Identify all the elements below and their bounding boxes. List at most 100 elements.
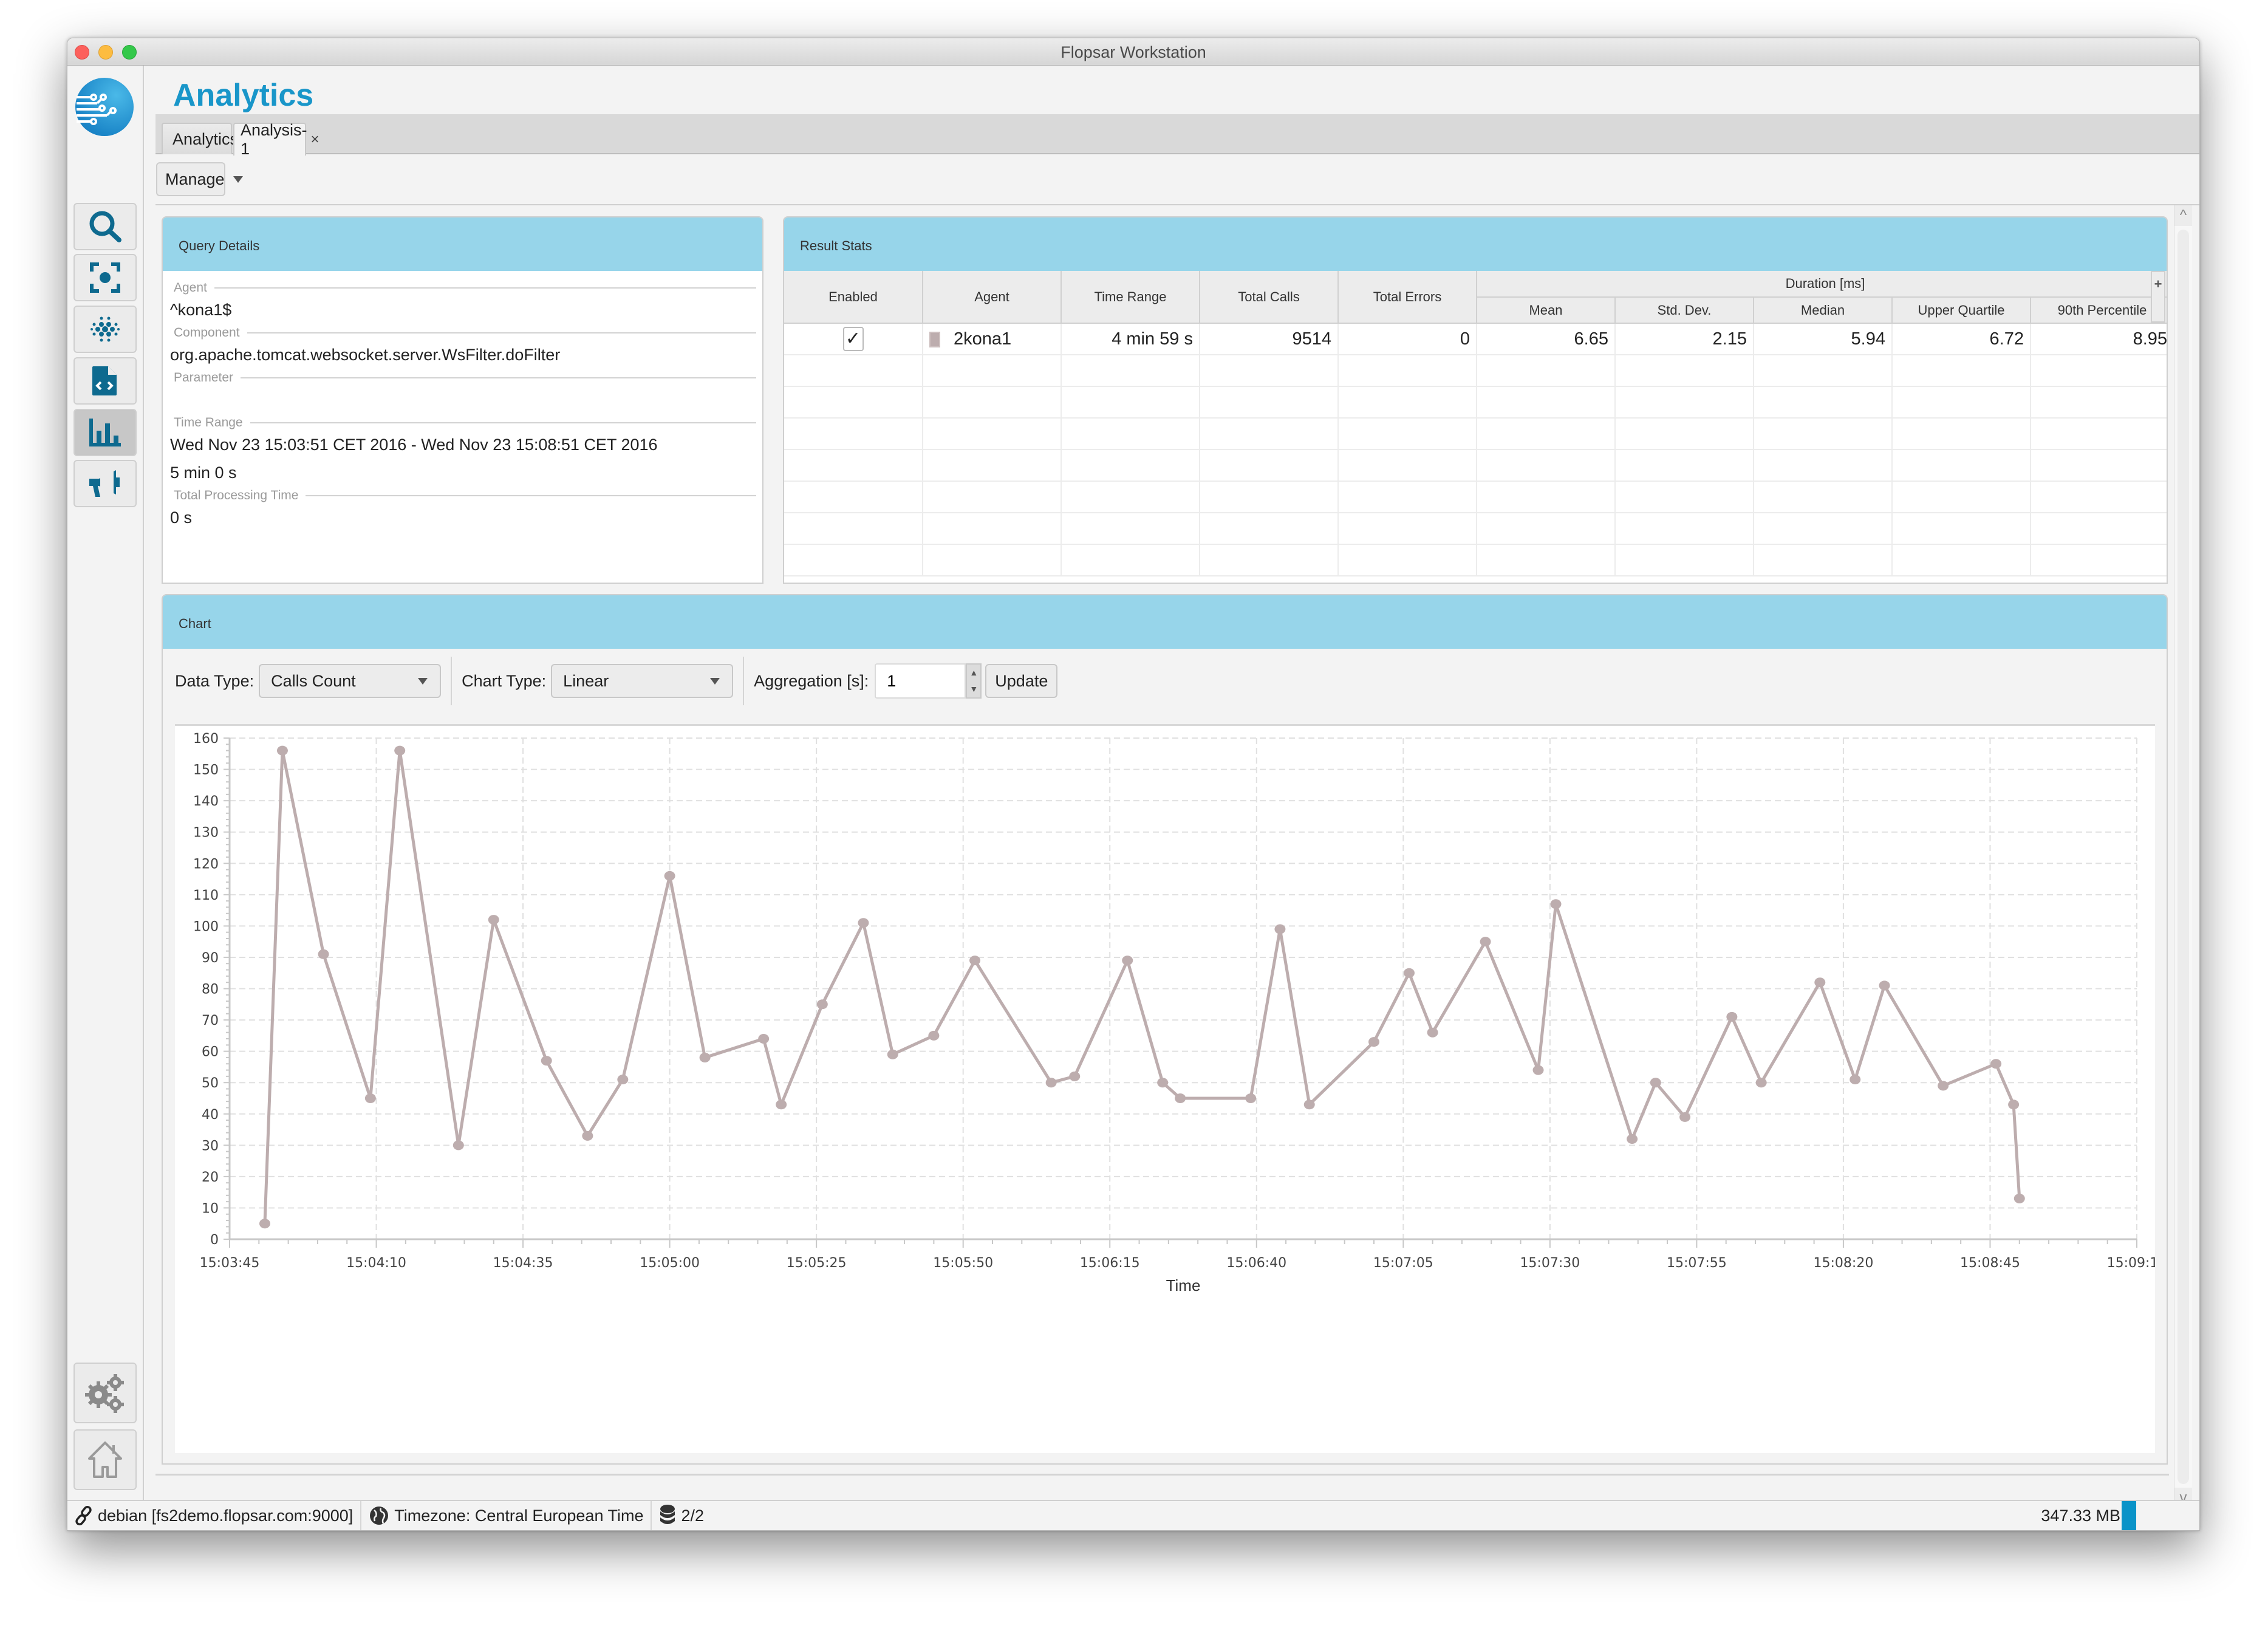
aggregation-stepper[interactable]: ▲ ▼ (966, 663, 982, 699)
sidebar-item-dots[interactable] (73, 306, 137, 353)
empty-cell (2031, 418, 2167, 450)
table-row-empty (784, 355, 2167, 387)
column-header-agent[interactable]: Agent (923, 271, 1062, 324)
decrement-icon[interactable]: ▼ (967, 681, 980, 697)
column-header-median[interactable]: Median (1754, 297, 1893, 324)
data-point (858, 918, 869, 928)
data-point (758, 1034, 770, 1044)
scroll-up-icon[interactable]: ^ (2174, 205, 2192, 226)
empty-cell (1754, 418, 1893, 450)
chart-area: 0 10 20 30 40 50 60 70 80 90 100 110 120 130 140 150 160… (175, 724, 2167, 1455)
p90-cell: 8.95 (2031, 323, 2167, 355)
query-details-body: Agent ^kona1$ Component org.apache.tomcat.w… (163, 271, 762, 532)
tab-analysis-1[interactable]: Analysis-1 × (233, 121, 319, 158)
data-point (1122, 956, 1133, 966)
sidebar-item-code[interactable] (73, 357, 137, 405)
sidebar (67, 66, 144, 1500)
status-bar: debian [fs2demo.flopsar.com:9000] Timezo… (67, 1500, 2199, 1530)
y-tick-label: 70 (202, 1013, 219, 1028)
empty-cell (1615, 355, 1754, 387)
sidebar-item-analytics[interactable] (73, 409, 137, 456)
sidebar-item-search[interactable] (73, 203, 137, 250)
data-point (1990, 1059, 2002, 1069)
timezone-text: Timezone: Central European Time (394, 1506, 644, 1525)
empty-cell (1892, 450, 2031, 482)
sidebar-item-settings[interactable] (73, 1363, 137, 1423)
column-header-mean[interactable]: Mean (1477, 297, 1616, 324)
app-logo (75, 78, 134, 136)
title-bar: Flopsar Workstation (67, 38, 2199, 66)
timezone-status[interactable]: Timezone: Central European Time (361, 1501, 652, 1530)
column-header-upper-quartile[interactable]: Upper Quartile (1892, 297, 2031, 324)
sidebar-item-home[interactable] (73, 1429, 137, 1490)
empty-cell (1754, 544, 1893, 576)
x-axis-label: Time (1166, 1276, 1201, 1295)
x-tick-label: 15:08:45 (1960, 1256, 2020, 1271)
close-tab-icon[interactable]: × (311, 131, 319, 148)
column-header-std-dev[interactable]: Std. Dev. (1615, 297, 1754, 324)
tab-analytics[interactable]: Analytics (162, 123, 238, 154)
database-status[interactable]: 2/2 (652, 1501, 711, 1530)
update-button[interactable]: Update (985, 664, 1058, 698)
column-header-time-range[interactable]: Time Range (1061, 271, 1200, 324)
data-type-select[interactable]: Calls Count (259, 664, 442, 698)
enabled-checkbox[interactable]: ✓ (842, 327, 864, 351)
column-header-90th-percentile[interactable]: 90th Percentile (2031, 297, 2167, 324)
y-tick-label: 150 (193, 763, 219, 778)
y-tick-label: 120 (193, 857, 219, 872)
memory-bar (2122, 1501, 2193, 1530)
add-column-button[interactable]: + (2151, 271, 2165, 323)
bar-chart-icon (89, 419, 121, 446)
memory-bar-fill (2122, 1501, 2136, 1530)
aggregation-input[interactable] (875, 663, 966, 699)
x-tick-label: 15:08:20 (1814, 1256, 1874, 1271)
chevron-down-icon (233, 176, 243, 183)
connection-status[interactable]: debian [fs2demo.flopsar.com:9000] (67, 1501, 362, 1530)
column-header-total-errors[interactable]: Total Errors (1338, 271, 1477, 324)
memory-indicator[interactable]: 347.33 MB (2041, 1501, 2193, 1530)
empty-cell (784, 450, 923, 482)
x-tick-label: 15:07:30 (1520, 1256, 1580, 1271)
content-scrollbar[interactable]: ^ v (2174, 205, 2192, 1508)
chevron-down-icon (710, 677, 720, 685)
std-dev-cell: 2.15 (1615, 323, 1754, 355)
empty-cell (1477, 450, 1616, 482)
circuit-logo-icon (77, 94, 117, 125)
manage-label: Manage (165, 169, 225, 188)
column-header-enabled[interactable]: Enabled (784, 271, 923, 324)
focus-icon (90, 262, 120, 293)
data-point (541, 1056, 552, 1066)
empty-cell (2031, 513, 2167, 545)
empty-cell (923, 418, 1062, 450)
empty-cell (923, 544, 1062, 576)
table-row[interactable]: ✓ 2kona1 4 min 59 s 9514 0 6.65 2.15 5.9… (784, 323, 2167, 355)
x-tick-label: 15:07:05 (1373, 1256, 1433, 1271)
line-chart[interactable]: 0 10 20 30 40 50 60 70 80 90 100 110 120 130 140 150 160… (175, 726, 2167, 1455)
column-header-total-calls[interactable]: Total Calls (1200, 271, 1339, 324)
data-point (928, 1030, 940, 1041)
table-row-empty (784, 418, 2167, 450)
y-tick-label: 110 (193, 888, 219, 903)
panel-title: Chart (163, 595, 2167, 649)
manage-menu-button[interactable]: Manage (156, 162, 243, 196)
sidebar-item-announcements[interactable] (73, 460, 137, 507)
increment-icon[interactable]: ▲ (967, 665, 980, 681)
query-details-panel: Query Details Agent ^kona1$ Component org.a… (162, 216, 763, 584)
empty-cell (1061, 355, 1200, 387)
sidebar-item-focus[interactable] (73, 254, 137, 301)
field-divider (306, 495, 756, 496)
chart-toolbar: Data Type: Calls Count Chart Type: Linea… (163, 649, 2167, 713)
field-value: 0 s (170, 508, 193, 527)
scroll-thumb[interactable] (2177, 230, 2189, 1484)
empty-cell (1200, 481, 1339, 513)
empty-cell (1338, 481, 1477, 513)
field-value (170, 386, 756, 414)
x-tick-label: 15:06:40 (1226, 1256, 1286, 1271)
chart-type-select[interactable]: Linear (551, 664, 734, 698)
empty-cell (1615, 386, 1754, 419)
empty-cell (1477, 386, 1616, 419)
empty-cell (2031, 386, 2167, 419)
empty-cell (1338, 355, 1477, 387)
field-label-text: Total Processing Time (174, 488, 299, 502)
empty-cell (1200, 418, 1339, 450)
